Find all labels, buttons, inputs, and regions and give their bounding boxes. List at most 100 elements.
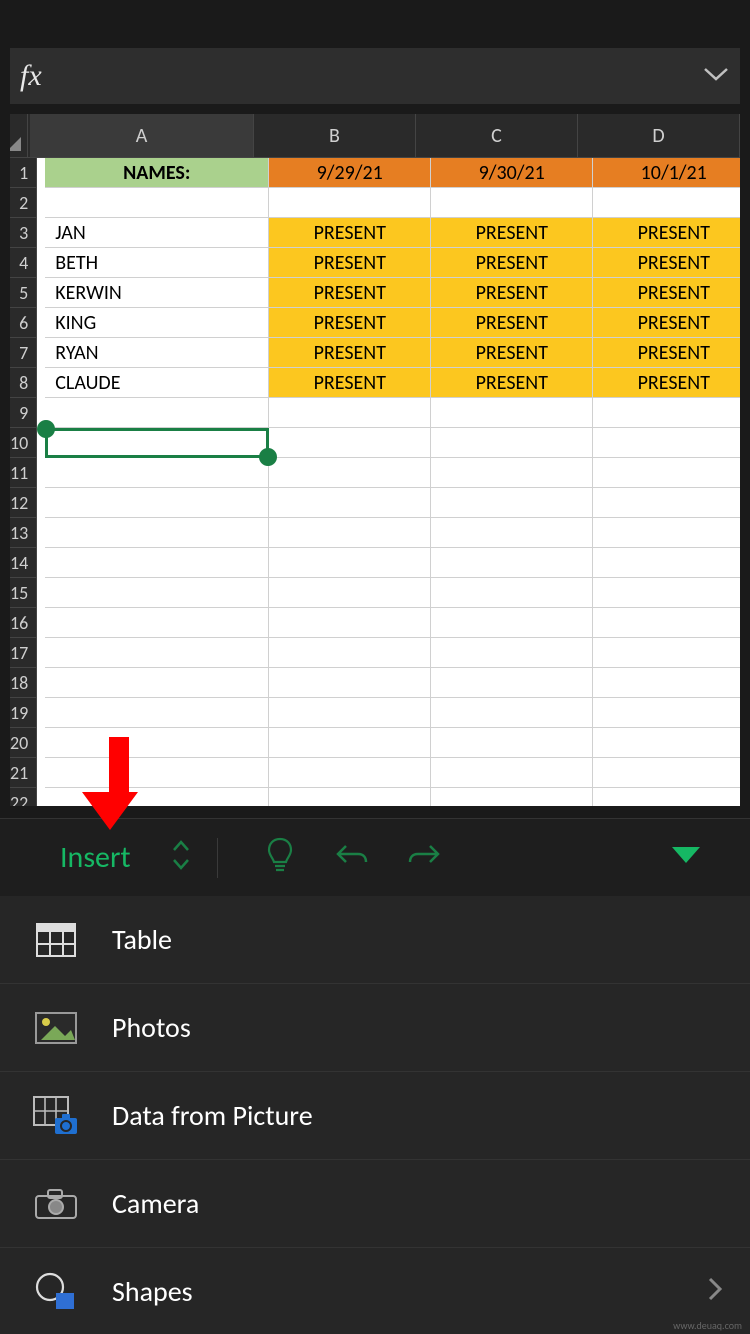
column-header-b[interactable]: B <box>254 114 416 158</box>
cell[interactable] <box>431 788 593 806</box>
cell[interactable]: 10/1/21 <box>593 158 740 188</box>
cell[interactable]: PRESENT <box>269 218 431 248</box>
row-header-15[interactable]: 15 <box>10 578 37 608</box>
cell[interactable]: 9/29/21 <box>269 158 431 188</box>
cell[interactable]: RYAN <box>45 338 269 368</box>
cell[interactable] <box>269 668 431 698</box>
cell[interactable]: PRESENT <box>269 248 431 278</box>
row-header-11[interactable]: 11 <box>10 458 37 488</box>
redo-icon[interactable] <box>388 840 460 875</box>
cell[interactable]: KING <box>45 308 269 338</box>
cell[interactable] <box>269 548 431 578</box>
cell[interactable] <box>269 188 431 218</box>
row-header-17[interactable]: 17 <box>10 638 37 668</box>
cell[interactable]: PRESENT <box>431 338 593 368</box>
cell[interactable] <box>45 488 269 518</box>
cell[interactable] <box>431 728 593 758</box>
cell[interactable]: NAMES: <box>45 158 269 188</box>
cell[interactable] <box>269 698 431 728</box>
row-header-10[interactable]: 10 <box>10 428 37 458</box>
cell[interactable]: PRESENT <box>431 248 593 278</box>
cell[interactable]: PRESENT <box>593 278 740 308</box>
cell[interactable] <box>431 398 593 428</box>
cell[interactable] <box>593 518 740 548</box>
cell[interactable] <box>269 578 431 608</box>
cell[interactable]: PRESENT <box>593 308 740 338</box>
row-header-22[interactable]: 22 <box>10 788 37 806</box>
cell[interactable] <box>269 488 431 518</box>
cell[interactable] <box>593 488 740 518</box>
row-header-21[interactable]: 21 <box>10 758 37 788</box>
row-header-9[interactable]: 9 <box>10 398 37 428</box>
insert-menu-data-from-picture[interactable]: Data from Picture <box>0 1072 750 1160</box>
cell[interactable] <box>269 458 431 488</box>
cell[interactable]: PRESENT <box>593 368 740 398</box>
row-header-8[interactable]: 8 <box>10 368 37 398</box>
cell[interactable] <box>431 458 593 488</box>
chevron-down-icon[interactable] <box>692 67 740 86</box>
cell[interactable] <box>45 638 269 668</box>
cell[interactable]: PRESENT <box>593 218 740 248</box>
collapse-ribbon-icon[interactable] <box>670 845 702 870</box>
row-header-2[interactable]: 2 <box>10 188 37 218</box>
undo-icon[interactable] <box>316 840 388 875</box>
cell[interactable]: PRESENT <box>431 278 593 308</box>
cell[interactable] <box>593 398 740 428</box>
cell[interactable]: JAN <box>45 218 269 248</box>
cell[interactable] <box>593 578 740 608</box>
cell[interactable]: PRESENT <box>593 248 740 278</box>
cell[interactable]: 9/30/21 <box>431 158 593 188</box>
row-header-16[interactable]: 16 <box>10 608 37 638</box>
cell[interactable] <box>45 428 269 458</box>
cell[interactable] <box>269 638 431 668</box>
cell[interactable] <box>269 398 431 428</box>
cell[interactable] <box>269 518 431 548</box>
cell[interactable] <box>431 578 593 608</box>
column-header-c[interactable]: C <box>416 114 578 158</box>
cell[interactable] <box>45 188 269 218</box>
cell[interactable] <box>431 698 593 728</box>
cell[interactable] <box>431 188 593 218</box>
row-header-12[interactable]: 12 <box>10 488 37 518</box>
cell[interactable] <box>45 698 269 728</box>
cell[interactable] <box>45 578 269 608</box>
cell[interactable] <box>45 728 269 758</box>
cell[interactable] <box>45 398 269 428</box>
row-header-20[interactable]: 20 <box>10 728 37 758</box>
row-header-4[interactable]: 4 <box>10 248 37 278</box>
row-header-19[interactable]: 19 <box>10 698 37 728</box>
formula-input[interactable] <box>58 48 692 104</box>
cell[interactable]: PRESENT <box>269 278 431 308</box>
cell[interactable] <box>269 788 431 806</box>
row-header-7[interactable]: 7 <box>10 338 37 368</box>
row-header-18[interactable]: 18 <box>10 668 37 698</box>
formula-bar[interactable]: fx <box>10 48 740 104</box>
row-header-6[interactable]: 6 <box>10 308 37 338</box>
cell[interactable] <box>431 548 593 578</box>
cell[interactable] <box>431 608 593 638</box>
spreadsheet-grid[interactable]: A B C D 12345678910111213141516171819202… <box>10 114 740 806</box>
cell[interactable] <box>593 458 740 488</box>
cell[interactable] <box>593 548 740 578</box>
insert-menu-photos[interactable]: Photos <box>0 984 750 1072</box>
cell[interactable] <box>269 758 431 788</box>
insert-menu-camera[interactable]: Camera <box>0 1160 750 1248</box>
cell[interactable]: PRESENT <box>431 308 593 338</box>
lightbulb-icon[interactable] <box>244 836 316 879</box>
cell[interactable] <box>45 608 269 638</box>
cell[interactable] <box>431 428 593 458</box>
row-header-14[interactable]: 14 <box>10 548 37 578</box>
insert-menu-table[interactable]: Table <box>0 896 750 984</box>
cell[interactable]: PRESENT <box>269 368 431 398</box>
cell[interactable] <box>45 668 269 698</box>
cell[interactable] <box>431 758 593 788</box>
tab-switcher-icon[interactable] <box>171 838 191 877</box>
cell[interactable] <box>593 638 740 668</box>
cell[interactable]: PRESENT <box>431 368 593 398</box>
cell[interactable]: CLAUDE <box>45 368 269 398</box>
cell[interactable] <box>45 458 269 488</box>
select-all-corner[interactable] <box>10 114 28 158</box>
cell[interactable]: PRESENT <box>593 338 740 368</box>
column-header-a[interactable]: A <box>30 114 254 158</box>
cell[interactable] <box>45 788 269 806</box>
